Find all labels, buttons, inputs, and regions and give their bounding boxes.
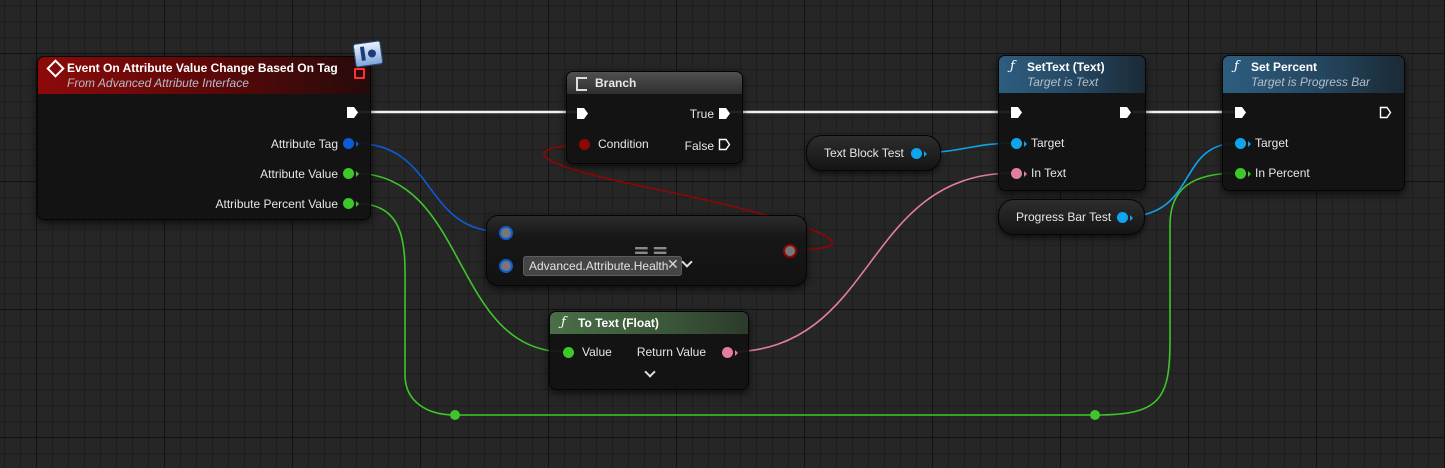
- attribute-value-pin[interactable]: [343, 168, 354, 179]
- set-text-in-text-arrow: [1024, 171, 1027, 177]
- branch-true-label: True: [689, 107, 714, 121]
- set-text-node[interactable]: ƒ SetText (Text) Target is Text Target I…: [998, 55, 1146, 191]
- branch-node-title: Branch: [595, 76, 637, 90]
- pin-label-attribute-percent-value: Attribute Percent Value: [215, 197, 338, 211]
- to-text-return-pin[interactable]: [722, 347, 733, 358]
- to-text-value-pin[interactable]: [563, 347, 574, 358]
- set-percent-exec-in-pin[interactable]: [1234, 106, 1247, 119]
- attribute-tag-pin[interactable]: [343, 138, 354, 149]
- gameplay-tag-value-field[interactable]: Advanced.Attribute.Health ✕: [523, 256, 682, 276]
- event-node-title: Event On Attribute Value Change Based On…: [67, 61, 338, 75]
- branch-node-header: Branch: [567, 72, 742, 94]
- branch-exec-in-pin[interactable]: [576, 107, 589, 120]
- event-node-attribute-change[interactable]: Event On Attribute Value Change Based On…: [37, 56, 371, 220]
- branch-node[interactable]: Branch True Condition False: [566, 71, 743, 164]
- function-f-icon: ƒ: [561, 315, 566, 330]
- set-percent-node-title: Set Percent: [1251, 60, 1318, 74]
- attribute-percent-value-pin-arrow: [356, 201, 359, 207]
- equals-result-pin[interactable]: [783, 244, 797, 258]
- set-text-in-text-label: In Text: [1031, 166, 1067, 180]
- tag-dropdown-chevron-icon[interactable]: [681, 256, 693, 268]
- set-text-target-pin[interactable]: [1011, 138, 1022, 149]
- attribute-percent-value-pin[interactable]: [343, 198, 354, 209]
- to-text-node-header: ƒ To Text (Float): [550, 312, 748, 334]
- progress-bar-test-variable-node[interactable]: Progress Bar Test: [998, 199, 1145, 235]
- event-node-header: Event On Attribute Value Change Based On…: [38, 57, 370, 94]
- branch-icon: [576, 77, 587, 91]
- equals-input-b-pin[interactable]: [499, 259, 513, 273]
- set-percent-node-header: ƒ Set Percent Target is Progress Bar: [1223, 56, 1404, 93]
- exec-out-pin[interactable]: [346, 106, 359, 119]
- text-block-test-pin[interactable]: [911, 148, 922, 159]
- tag-wire: [352, 142, 505, 233]
- equals-input-a-pin[interactable]: [499, 226, 513, 240]
- to-text-return-label: Return Value: [636, 345, 706, 359]
- branch-condition-label: Condition: [598, 137, 649, 151]
- set-text-target-arrow: [1024, 141, 1027, 147]
- set-percent-in-percent-pin[interactable]: [1235, 168, 1246, 179]
- progress-bar-test-arrow: [1130, 215, 1133, 221]
- text-block-test-variable-node[interactable]: Text Block Test: [806, 135, 941, 171]
- branch-true-pin[interactable]: [718, 107, 731, 120]
- clear-tag-icon[interactable]: ✕: [667, 256, 679, 273]
- pin-label-attribute-tag: Attribute Tag: [270, 137, 338, 151]
- set-text-node-subtitle: Target is Text: [1027, 75, 1099, 89]
- progress-bar-test-pin[interactable]: [1117, 212, 1128, 223]
- to-text-node-title: To Text (Float): [578, 316, 659, 330]
- to-text-return-arrow: [735, 350, 738, 356]
- set-percent-exec-out-pin[interactable]: [1379, 106, 1392, 119]
- to-text-value-label: Value: [582, 345, 612, 359]
- gameplay-tag-text: Advanced.Attribute.Health: [529, 259, 669, 273]
- progress-bar-test-label: Progress Bar Test: [1016, 210, 1112, 224]
- set-percent-target-label: Target: [1255, 136, 1289, 150]
- set-percent-in-percent-label: In Percent: [1255, 166, 1310, 180]
- event-node-subtitle: From Advanced Attribute Interface: [67, 76, 249, 90]
- branch-false-label: False: [684, 139, 714, 153]
- advanced-options-chevron-icon[interactable]: [644, 366, 656, 378]
- function-f-icon: ƒ: [1234, 59, 1239, 74]
- set-percent-node[interactable]: ƒ Set Percent Target is Progress Bar Tar…: [1222, 55, 1405, 191]
- attribute-tag-pin-arrow: [356, 141, 359, 147]
- set-text-in-text-pin[interactable]: [1011, 168, 1022, 179]
- to-text-float-node[interactable]: ƒ To Text (Float) Value Return Value: [549, 311, 749, 390]
- reroute-knot-left: [450, 410, 460, 420]
- attribute-value-pin-arrow: [356, 171, 359, 177]
- pin-label-attribute-value: Attribute Value: [260, 167, 338, 181]
- event-diamond-icon: [46, 59, 65, 78]
- set-text-exec-in-pin[interactable]: [1010, 106, 1023, 119]
- reroute-knot-right: [1090, 410, 1100, 420]
- text-block-test-arrow: [924, 151, 927, 157]
- set-text-exec-out-pin[interactable]: [1119, 106, 1132, 119]
- set-text-node-title: SetText (Text): [1027, 60, 1105, 74]
- set-percent-in-percent-arrow: [1248, 171, 1251, 177]
- set-text-target-label: Target: [1031, 136, 1065, 150]
- equals-node[interactable]: == Advanced.Attribute.Health ✕: [486, 215, 807, 286]
- set-percent-target-pin[interactable]: [1235, 138, 1246, 149]
- delegate-pin-icon[interactable]: [354, 68, 365, 79]
- set-percent-target-arrow: [1248, 141, 1251, 147]
- branch-false-pin[interactable]: [718, 138, 731, 151]
- set-percent-node-subtitle: Target is Progress Bar: [1251, 75, 1370, 89]
- interface-badge-icon: [352, 40, 384, 68]
- set-text-node-header: ƒ SetText (Text) Target is Text: [999, 56, 1145, 93]
- branch-condition-pin[interactable]: [579, 139, 590, 150]
- text-block-test-label: Text Block Test: [824, 146, 904, 160]
- function-f-icon: ƒ: [1010, 59, 1015, 74]
